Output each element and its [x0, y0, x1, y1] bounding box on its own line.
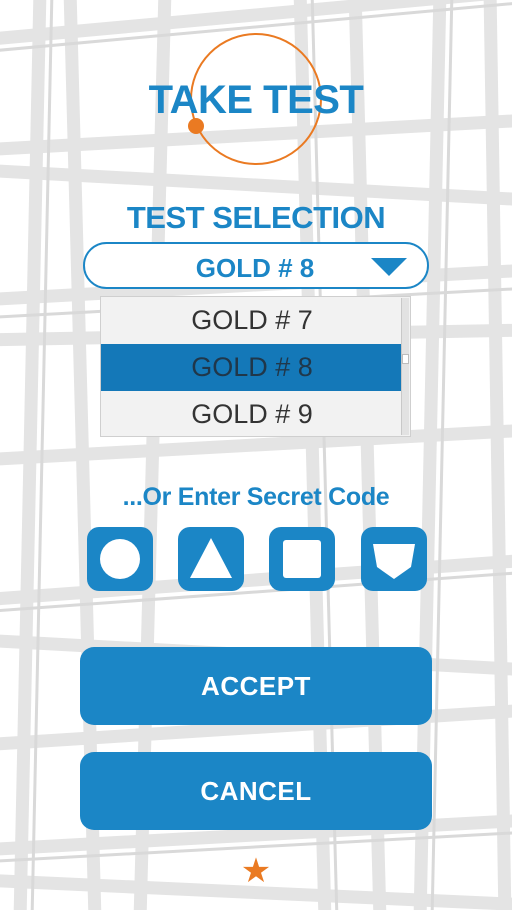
- cancel-button[interactable]: CANCEL: [80, 752, 432, 830]
- triangle-icon: [190, 538, 232, 578]
- option-gold-7[interactable]: GOLD # 7: [101, 297, 403, 344]
- pentagon-icon: [373, 544, 415, 579]
- square-icon: [283, 540, 321, 578]
- option-gold-9[interactable]: GOLD # 9: [101, 391, 403, 438]
- test-options-list[interactable]: GOLD # 7 GOLD # 8 GOLD # 9: [100, 296, 411, 437]
- chevron-down-icon: [371, 258, 407, 276]
- pentagon-shape-button[interactable]: [361, 527, 427, 591]
- secret-code-label: ...Or Enter Secret Code: [122, 483, 390, 511]
- circle-shape-button[interactable]: [87, 527, 153, 591]
- test-selection-dropdown[interactable]: GOLD # 8: [83, 242, 429, 289]
- triangle-shape-button[interactable]: [178, 527, 244, 591]
- take-test-screen: TAKE TEST TEST SELECTION GOLD # 8 GOLD #…: [0, 0, 512, 910]
- star-icon[interactable]: ★: [238, 853, 274, 889]
- option-gold-8[interactable]: GOLD # 8: [101, 344, 403, 391]
- list-scrollbar[interactable]: [401, 298, 409, 435]
- scrollbar-thumb[interactable]: [402, 354, 409, 364]
- accept-button[interactable]: ACCEPT: [80, 647, 432, 725]
- test-selection-label: TEST SELECTION: [126, 200, 386, 235]
- page-title: TAKE TEST: [148, 78, 364, 122]
- circle-icon: [100, 539, 140, 579]
- square-shape-button[interactable]: [269, 527, 335, 591]
